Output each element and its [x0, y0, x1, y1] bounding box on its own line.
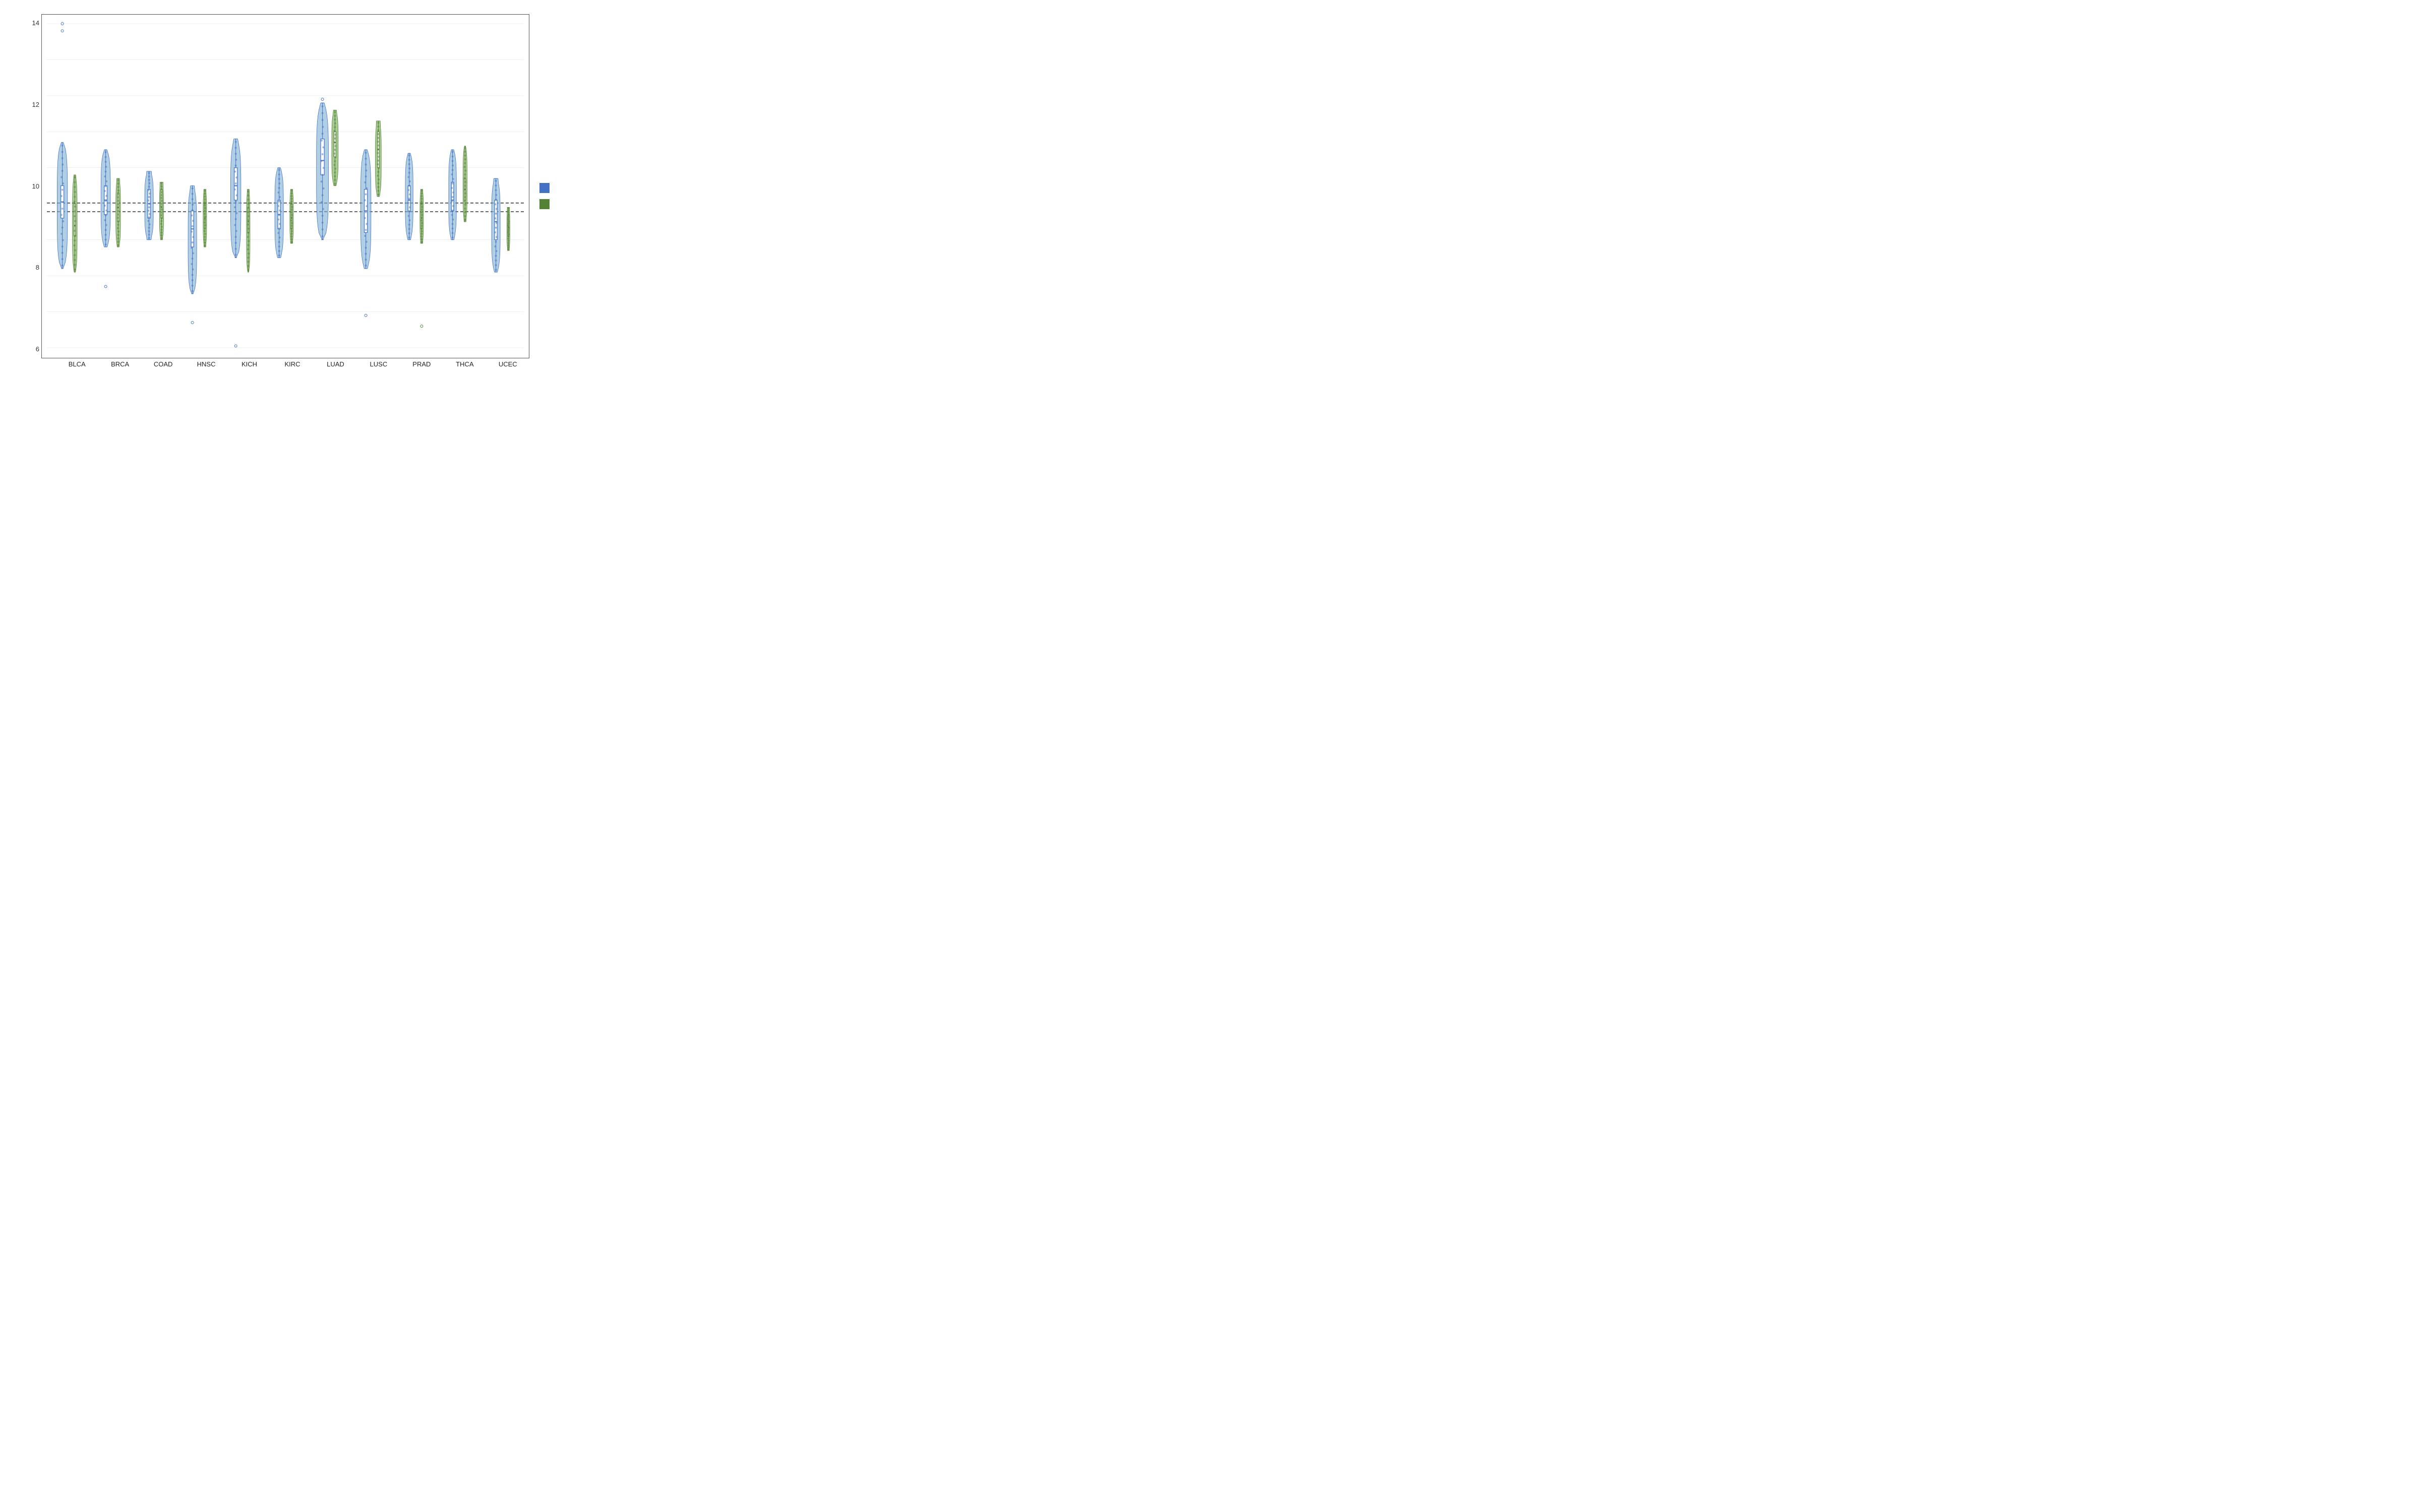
legend-box-normal	[539, 199, 550, 209]
x-tick-label: THCA	[443, 360, 486, 368]
y-tick: 14	[32, 19, 41, 27]
x-tick-label: LUSC	[357, 360, 400, 368]
x-axis: BLCABRCACOADHNSCKICHKIRCLUADLUSCPRADTHCA…	[55, 360, 529, 368]
legend	[529, 14, 595, 368]
legend-item-tumor	[539, 183, 590, 193]
y-tick: 6	[36, 345, 41, 353]
legend-item-normal	[539, 199, 590, 209]
x-tick-label: BRCA	[98, 360, 141, 368]
x-tick-label: PRAD	[400, 360, 443, 368]
chart-container: 14 12 10 8 6 BLCABRCACOADHNSCKICHKIRCLUADLUS…	[10, 10, 595, 368]
x-tick-label: BLCA	[55, 360, 98, 368]
main-chart-svg	[42, 15, 529, 358]
y-tick: 10	[32, 182, 41, 190]
x-tick-label: KICH	[228, 360, 271, 368]
legend-box-tumor	[539, 183, 550, 193]
plot-canvas	[41, 14, 529, 358]
x-tick-label: HNSC	[185, 360, 227, 368]
chart-body: 14 12 10 8 6 BLCABRCACOADHNSCKICHKIRCLUADLUS…	[10, 14, 595, 368]
y-axis-label	[10, 14, 25, 368]
x-tick-label: COAD	[142, 360, 185, 368]
y-tick: 12	[32, 101, 41, 108]
x-tick-label: UCEC	[487, 360, 529, 368]
x-tick-label: LUAD	[314, 360, 357, 368]
y-ticks: 14 12 10 8 6	[27, 14, 41, 368]
plot-and-yaxis: 14 12 10 8 6 BLCABRCACOADHNSCKICHKIRCLUADLUS…	[27, 14, 529, 368]
y-tick: 8	[36, 264, 41, 271]
x-tick-label: KIRC	[271, 360, 314, 368]
